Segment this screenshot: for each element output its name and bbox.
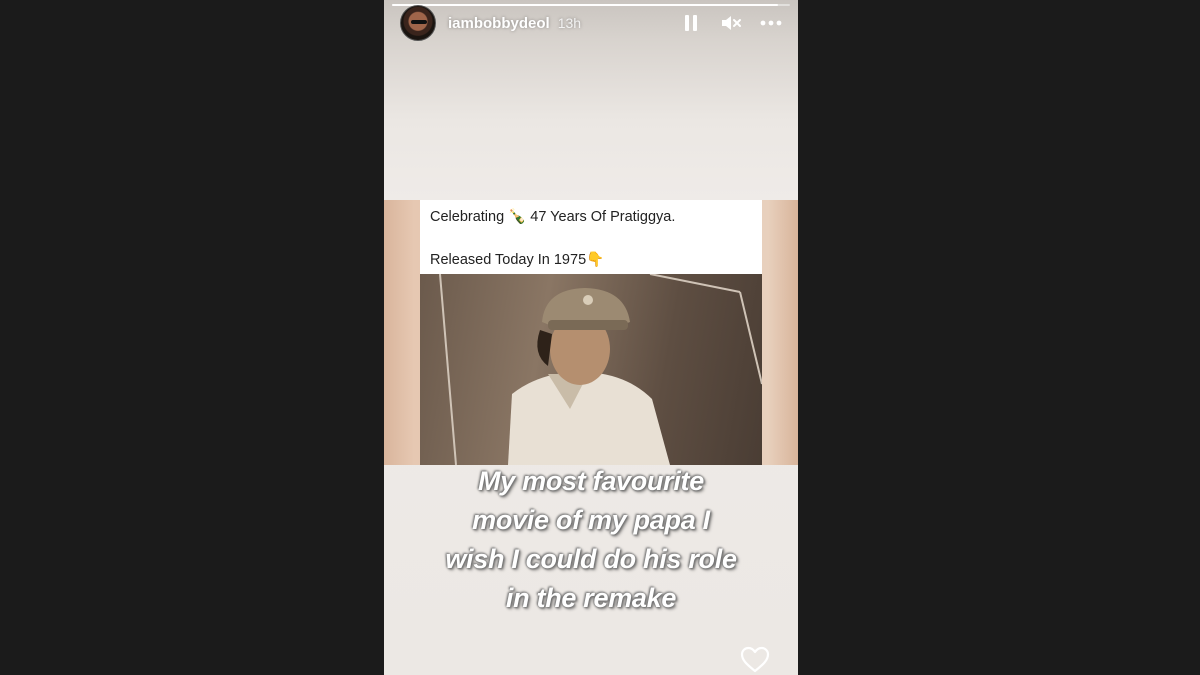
avatar[interactable]	[400, 5, 436, 41]
caption-line4: in the remake	[505, 583, 677, 613]
username[interactable]: iambobbydeol	[448, 15, 550, 32]
caption-line2: movie of my papa I	[472, 505, 710, 535]
caption-line1: My most favourite	[478, 466, 704, 496]
post-text-line1: Celebrating 🍾 47 Years Of Pratiggya.	[430, 209, 676, 225]
caption-line3: wish I could do his role	[445, 544, 737, 574]
mute-icon[interactable]	[720, 12, 742, 34]
heart-icon[interactable]	[740, 646, 770, 673]
post-text-line2: Released Today In 1975👇	[430, 252, 605, 268]
story-header: iambobbydeol 13h	[400, 4, 782, 42]
timestamp: 13h	[557, 15, 582, 31]
pause-icon[interactable]	[680, 12, 702, 34]
more-icon[interactable]	[760, 12, 782, 34]
reshared-post: Celebrating 🍾 47 Years Of Pratiggya. Rel…	[420, 200, 762, 465]
story-caption: My most favourite movie of my papa I wis…	[384, 462, 798, 618]
vintage-photo	[420, 274, 762, 465]
story-viewer[interactable]: iambobbydeol 13h Celebrating 🍾 47 Years …	[384, 0, 798, 675]
